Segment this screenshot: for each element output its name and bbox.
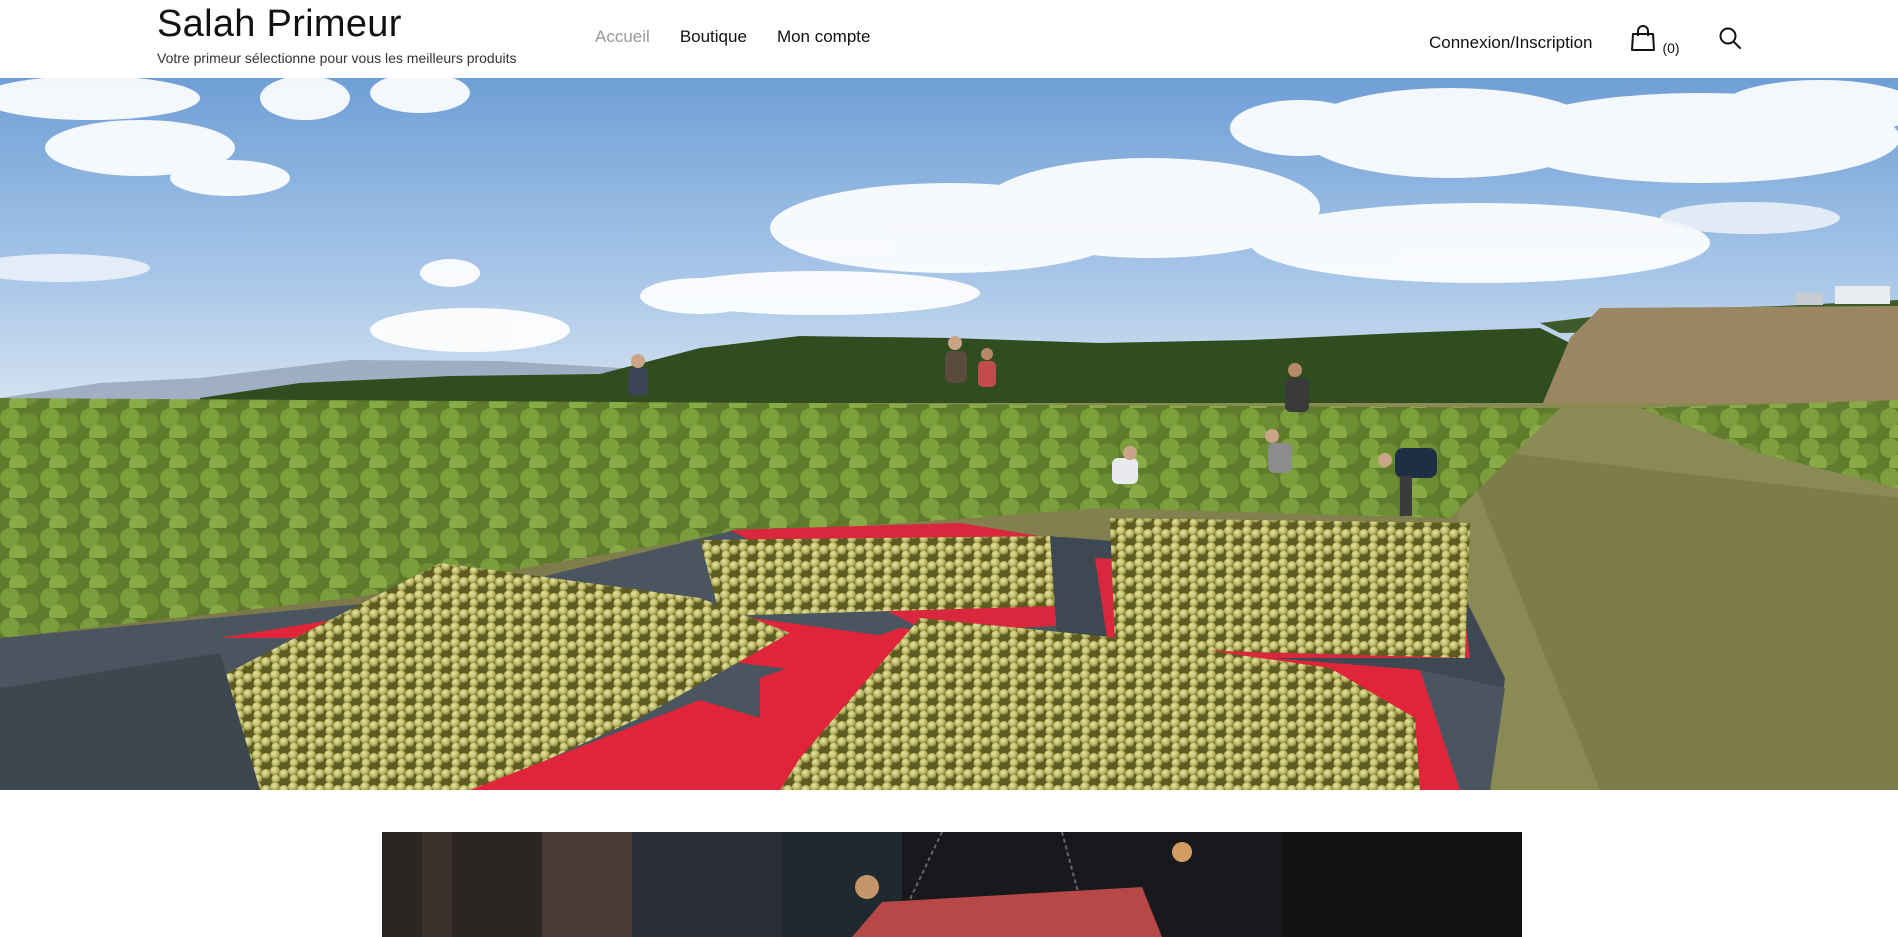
- main-nav: Accueil Boutique Mon compte: [595, 27, 870, 47]
- site-tagline: Votre primeur sélectionne pour vous les …: [157, 50, 517, 66]
- search-icon: [1718, 26, 1742, 55]
- shopping-bag-icon: [1630, 24, 1656, 57]
- login-link[interactable]: Connexion/Inscription: [1429, 33, 1592, 53]
- site-header: Salah Primeur Votre primeur sélectionne …: [0, 0, 1898, 78]
- brand[interactable]: Salah Primeur Votre primeur sélectionne …: [157, 2, 517, 66]
- nav-item-boutique[interactable]: Boutique: [680, 27, 747, 47]
- vineyard-photo: [0, 78, 1898, 790]
- shop-sign-image: [382, 832, 1522, 937]
- site-title[interactable]: Salah Primeur: [157, 2, 517, 46]
- hero-image: [0, 78, 1898, 790]
- search-button[interactable]: [1718, 26, 1742, 55]
- cart-count: (0): [1662, 40, 1680, 56]
- nav-item-mon-compte[interactable]: Mon compte: [777, 27, 871, 47]
- shop-sign-photo: [382, 832, 1522, 937]
- cart-button[interactable]: (0): [1630, 24, 1680, 57]
- header-tools: Connexion/Inscription (0): [1429, 24, 1742, 57]
- nav-item-accueil[interactable]: Accueil: [595, 27, 650, 47]
